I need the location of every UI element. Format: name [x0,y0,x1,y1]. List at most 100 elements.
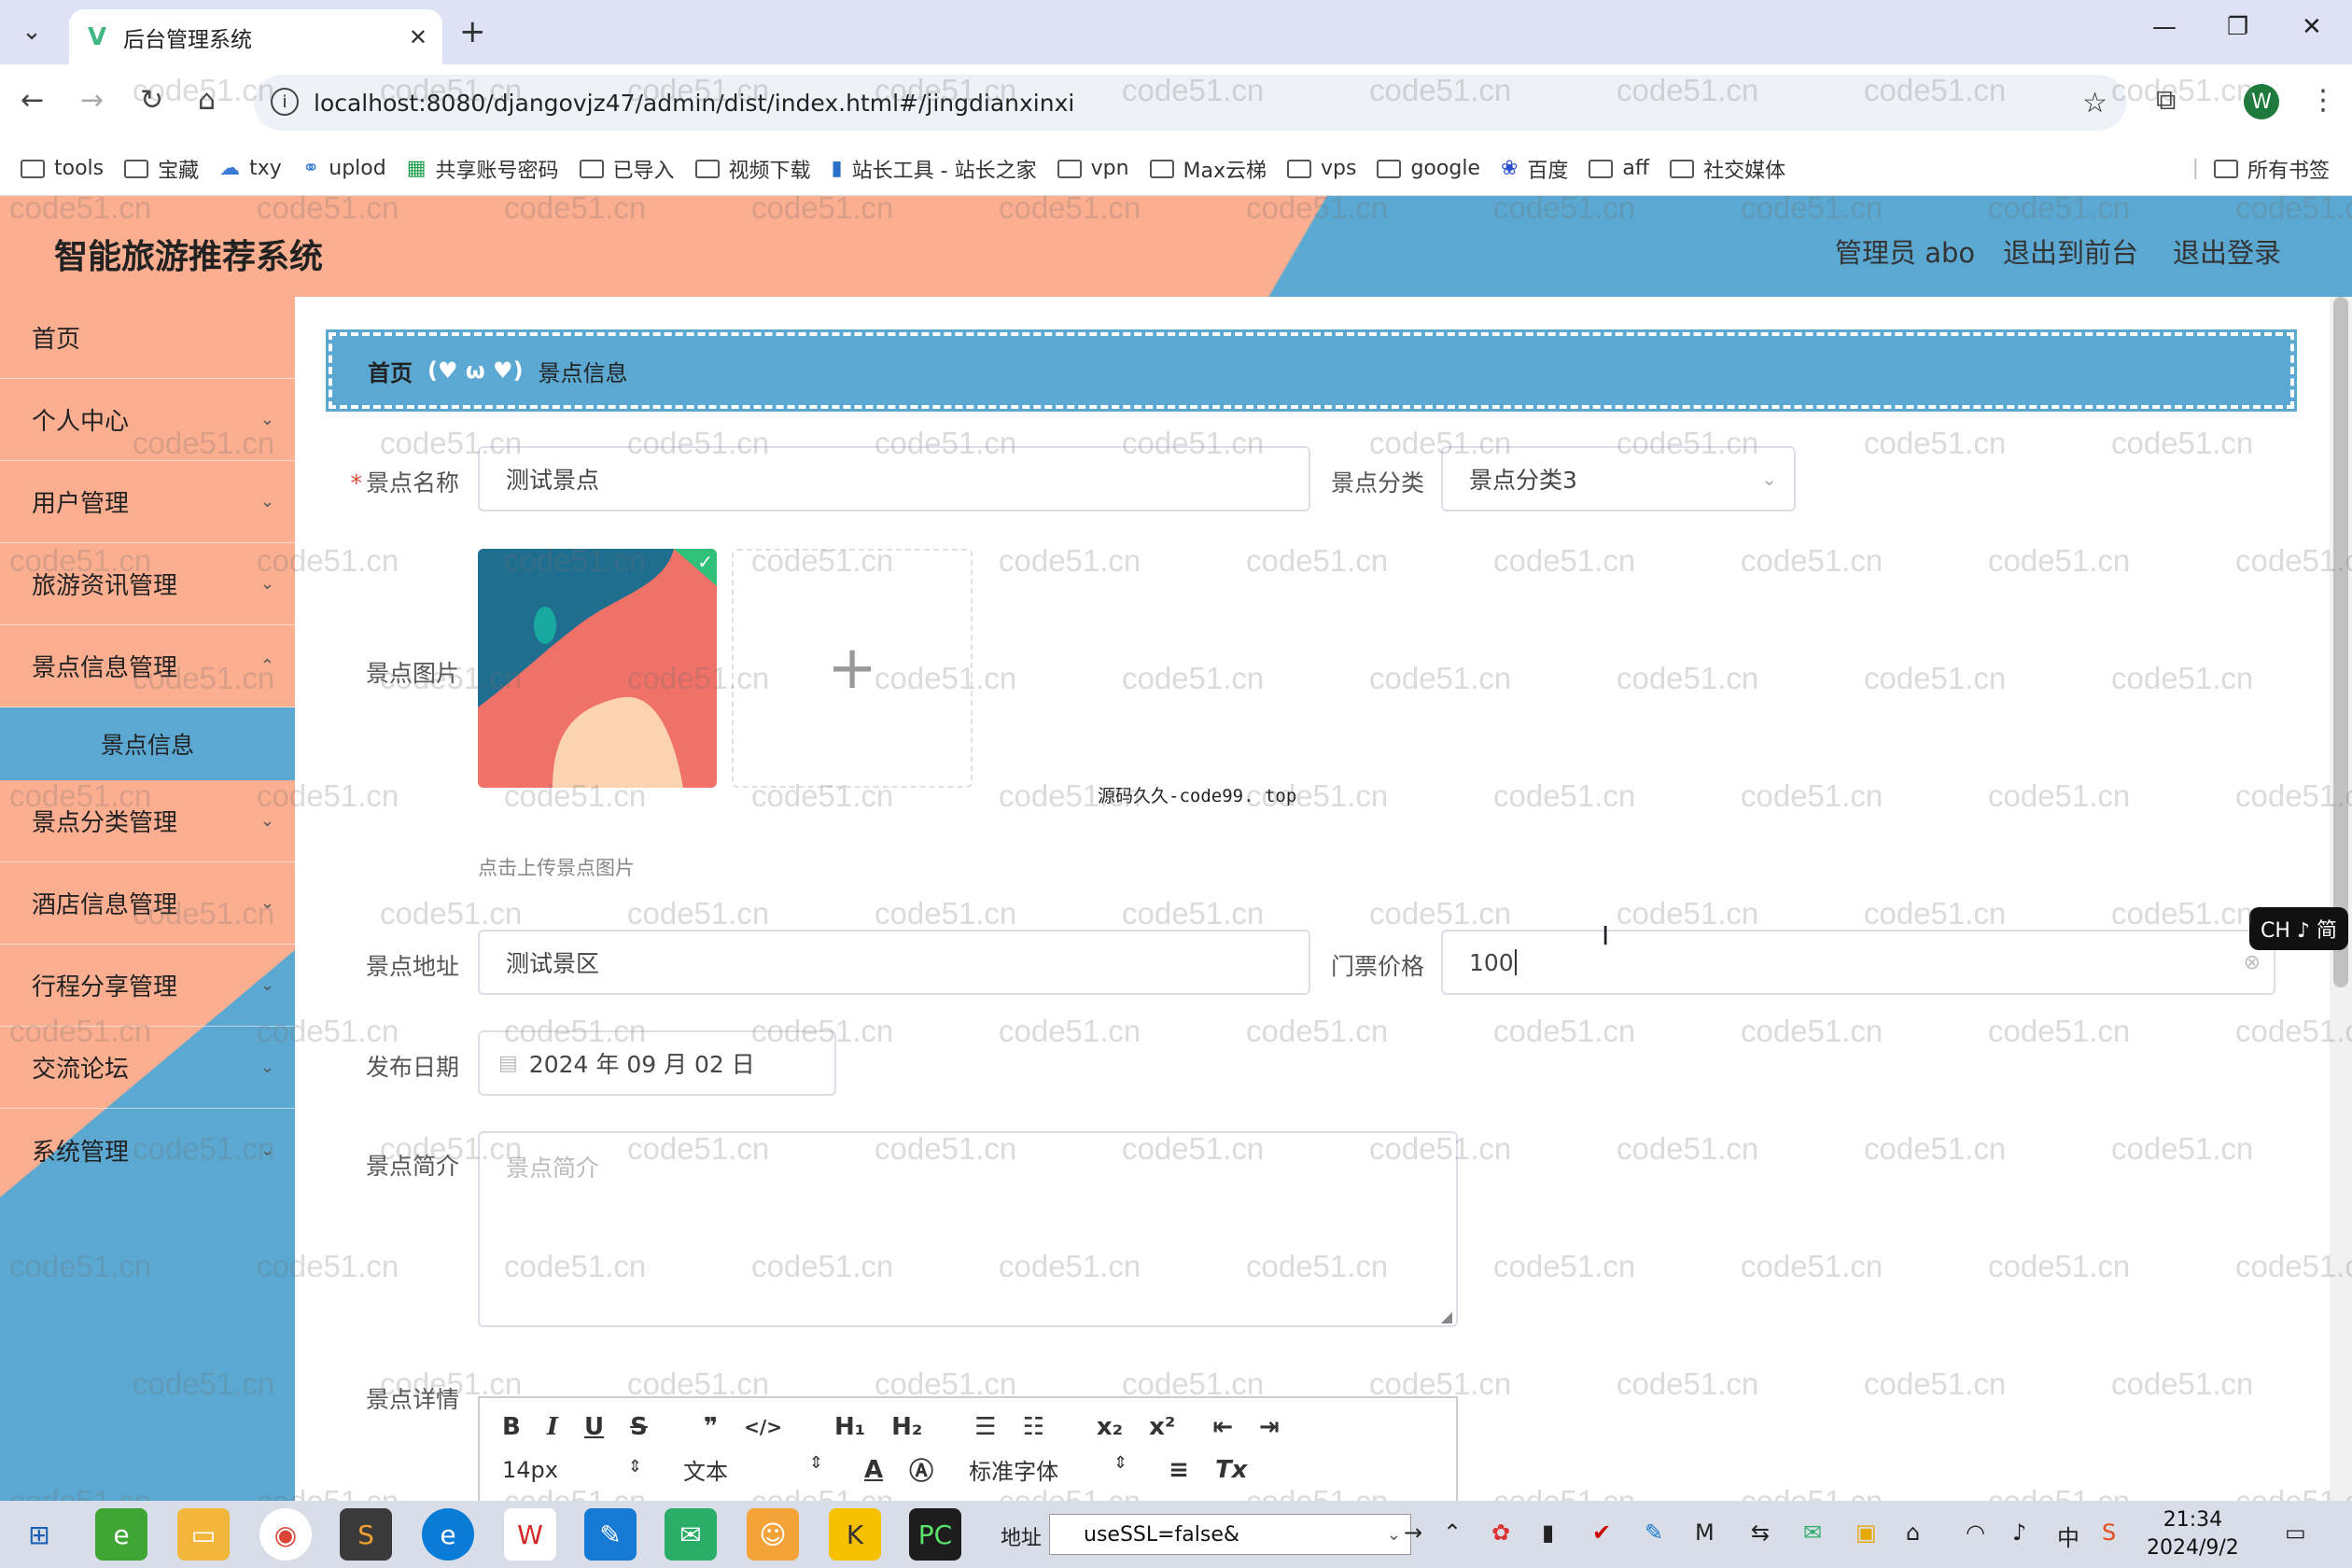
strikethrough-icon[interactable]: S [630,1413,648,1441]
tab-search-chevron-icon[interactable]: ⌄ [13,13,50,50]
forward-icon[interactable]: → [80,84,104,117]
edge-icon[interactable]: e [422,1508,474,1561]
notification-icon[interactable]: ▭ [2285,1519,2306,1546]
chrome-icon[interactable]: ◉ [259,1508,312,1561]
bookmark-star-icon[interactable]: ☆ [2082,87,2107,119]
pycharm-icon[interactable]: PC [909,1508,961,1561]
tray-expand-icon[interactable]: ⌃ [1443,1519,1462,1546]
bookmark-item[interactable]: vps [1287,157,1356,180]
logout-link[interactable]: 退出登录 [2173,231,2281,271]
extensions-icon[interactable]: ⧉ [2156,84,2176,117]
sidebar-item-system[interactable]: 系统管理 ⌄ [0,1109,295,1191]
font-size-select[interactable]: 14px ⇕ [502,1457,642,1483]
format-select[interactable]: 文本 ⇕ [683,1453,823,1486]
sidebar-item-profile[interactable]: 个人中心 ⌄ [0,379,295,461]
sidebar-item-home[interactable]: 首页 [0,297,295,379]
resize-handle-icon[interactable]: ◢ [1441,1308,1452,1325]
bookmark-item[interactable]: Max云梯 [1149,154,1267,184]
taskbar-clock[interactable]: 21:34 2024/9/2 [2147,1506,2239,1562]
restore-icon[interactable]: ❐ [2227,13,2248,41]
clear-format-icon[interactable]: Tx [1215,1456,1248,1484]
tray-app-icon[interactable]: ⇆ [1751,1519,1770,1546]
app-icon[interactable]: e [95,1508,147,1561]
bookmark-item[interactable]: tools [21,157,104,180]
clear-icon[interactable]: ⊗ [2244,951,2261,974]
name-input[interactable]: 测试景点 [478,446,1310,511]
address-bar[interactable]: i localhost:8080/djangovjz47/admin/dist/… [254,75,2126,131]
tray-app-icon[interactable]: ✿ [1491,1519,1510,1546]
minimize-icon[interactable]: — [2152,13,2177,41]
home-icon[interactable]: ⌂ [198,84,216,117]
tray-wechat-icon[interactable]: ✉ [1803,1519,1822,1546]
code-icon[interactable]: </> [744,1416,782,1438]
file-explorer-icon[interactable]: ▭ [177,1508,230,1561]
bookmark-item[interactable]: google [1377,157,1480,180]
font-color-icon[interactable]: A [864,1456,883,1484]
bookmark-item[interactable]: ▦ 共享账号密码 [407,154,559,184]
ime-lang[interactable]: 中 [2057,1519,2079,1552]
taskbar-address-input[interactable]: useSSL=false& ⌄ [1049,1514,1411,1555]
bookmark-item[interactable]: vpn [1057,157,1129,180]
tab-close-icon[interactable]: ✕ [409,24,427,50]
volume-icon[interactable]: ♪ [2012,1519,2026,1546]
app-icon[interactable]: ☺ [747,1508,799,1561]
start-icon[interactable]: ⊞ [13,1508,65,1561]
wps-icon[interactable]: W [504,1508,556,1561]
subscript-icon[interactable]: x₂ [1097,1413,1123,1441]
app-icon[interactable]: K [829,1508,881,1561]
bookmark-item[interactable]: aff [1589,157,1649,180]
heading1-icon[interactable]: H₁ [834,1413,865,1441]
outdent-icon[interactable]: ⇤ [1212,1413,1233,1441]
wifi-icon[interactable]: ◠ [1966,1519,1985,1546]
tray-app-icon[interactable]: M [1695,1519,1715,1546]
tray-app-icon[interactable]: ✔ [1592,1519,1611,1546]
bookmark-item[interactable]: ⚭ uplod [302,157,386,180]
bookmark-item[interactable]: ❀ 百度 [1501,154,1568,184]
bookmark-item[interactable]: 社交媒体 [1670,154,1785,184]
bookmark-item[interactable]: 已导入 [579,154,675,184]
profile-avatar[interactable]: W [2244,84,2279,119]
browser-tab[interactable]: V 后台管理系统 ✕ [69,9,442,64]
back-icon[interactable]: ← [21,84,44,117]
notes-icon[interactable]: ✎ [584,1508,637,1561]
sidebar-item-hotels[interactable]: 酒店信息管理 ⌄ [0,862,295,945]
superscript-icon[interactable]: x² [1149,1413,1175,1441]
reload-icon[interactable]: ↻ [140,84,163,117]
breadcrumb-home[interactable]: 首页 [368,355,413,387]
window-close-icon[interactable]: ✕ [2302,13,2322,41]
date-picker[interactable]: ▤ 2024 年 09 月 02 日 [478,1030,836,1096]
tray-app-icon[interactable]: ✎ [1645,1519,1663,1546]
indent-icon[interactable]: ⇥ [1259,1413,1280,1441]
tray-app-icon[interactable]: ▮ [1542,1519,1554,1546]
tray-app-icon[interactable]: S [2102,1519,2116,1546]
uploaded-image-thumbnail[interactable]: ✓ [478,549,717,788]
blockquote-icon[interactable]: ❞ [704,1413,718,1441]
page-scrollbar[interactable] [2330,297,2352,1501]
sidebar-item-categories[interactable]: 景点分类管理 ⌄ [0,780,295,862]
intro-textarea[interactable]: 景点简介 ◢ [478,1131,1458,1327]
site-info-icon[interactable]: i [271,88,299,116]
sidebar-item-forum[interactable]: 交流论坛 ⌄ [0,1027,295,1109]
scrollbar-thumb[interactable] [2333,297,2348,987]
underline-icon[interactable]: U [584,1413,604,1441]
sidebar-item-news[interactable]: 旅游资讯管理 ⌄ [0,543,295,625]
italic-icon[interactable]: I [547,1413,558,1441]
heading2-icon[interactable]: H₂ [891,1413,922,1441]
sublime-icon[interactable]: S [340,1508,392,1561]
font-family-select[interactable]: 标准字体 ⇕ [969,1453,1127,1486]
wechat-icon[interactable]: ✉ [665,1508,717,1561]
category-select[interactable]: 景点分类3 ⌄ [1441,446,1796,511]
bookmark-item[interactable]: ☁ txy [219,157,282,180]
background-color-icon[interactable]: Ⓐ [909,1452,933,1487]
address-input[interactable]: 测试景区 [478,930,1310,995]
sidebar-item-users[interactable]: 用户管理 ⌄ [0,461,295,543]
go-arrow-icon[interactable]: → [1404,1519,1422,1546]
sidebar-item-attractions[interactable]: 景点信息管理 ⌃ [0,625,295,707]
sidebar-item-trips[interactable]: 行程分享管理 ⌄ [0,945,295,1027]
price-input[interactable]: 100 ⊗ [1441,930,2275,995]
all-bookmarks[interactable]: | 所有书签 [2192,154,2330,184]
upload-add-button[interactable]: + [732,549,973,788]
bookmark-item[interactable]: 视频下载 [694,154,811,184]
bullet-list-icon[interactable]: ☷ [1023,1413,1044,1441]
bookmark-item[interactable]: 宝藏 [124,154,199,184]
